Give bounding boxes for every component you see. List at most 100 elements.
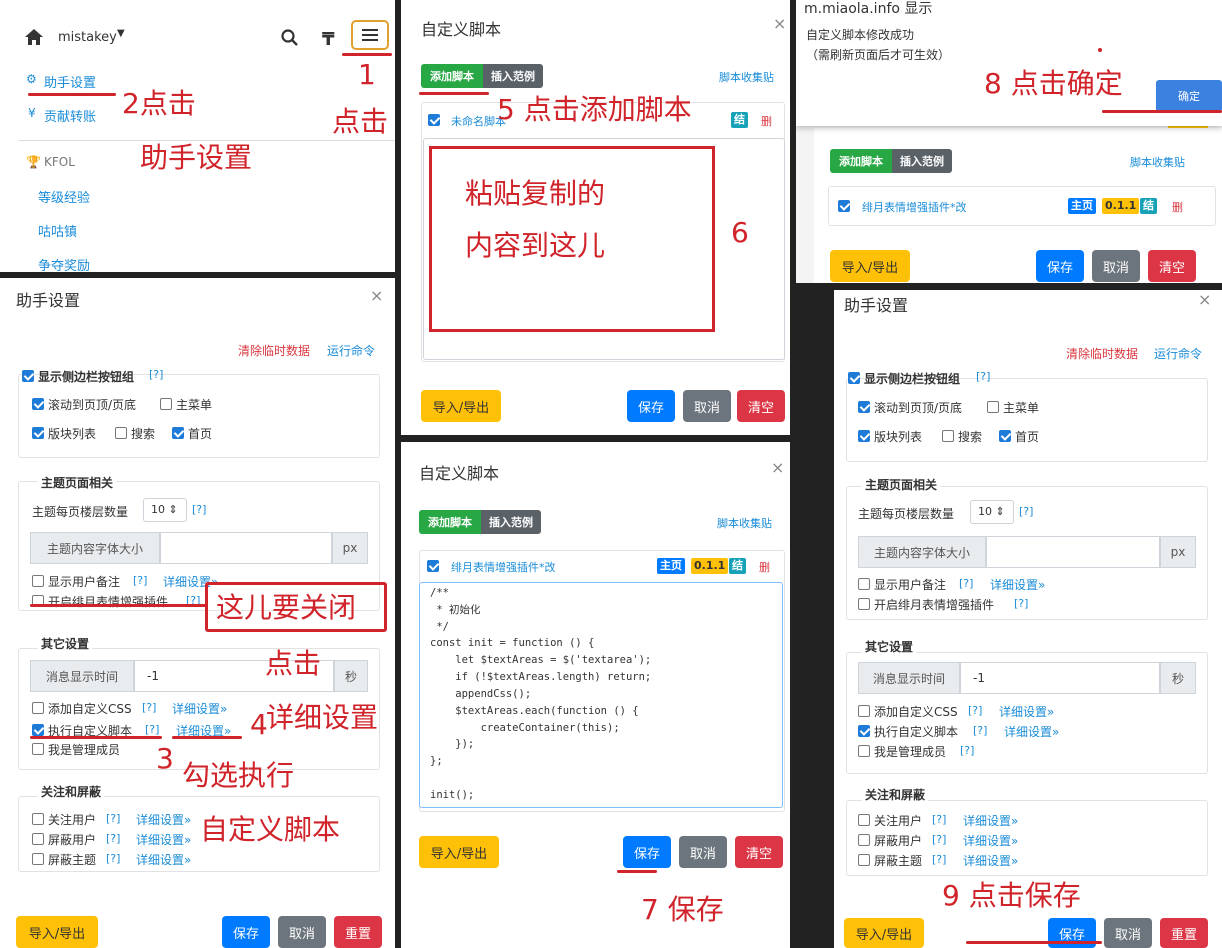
checkbox-script-enabled[interactable] bbox=[427, 560, 439, 572]
checkbox-home[interactable] bbox=[172, 427, 184, 439]
detail-link[interactable]: 详细设置» bbox=[136, 811, 191, 828]
checkbox-admin[interactable] bbox=[858, 745, 870, 757]
help-link[interactable]: [?] bbox=[932, 813, 946, 826]
checkbox-custom-script[interactable] bbox=[32, 724, 44, 736]
msg-time-input[interactable]: -1 bbox=[960, 662, 1160, 694]
help-link[interactable]: [?] bbox=[142, 701, 156, 714]
cancel-button[interactable]: 取消 bbox=[278, 916, 326, 948]
font-size-input[interactable] bbox=[160, 532, 332, 564]
checkbox-board-list[interactable] bbox=[32, 427, 44, 439]
menu-toggle-button[interactable] bbox=[351, 20, 389, 50]
script-collection-link[interactable]: 脚本收集贴 bbox=[719, 69, 774, 85]
checkbox-follow-user[interactable] bbox=[32, 813, 44, 825]
currency-icon[interactable]: ₸ bbox=[322, 29, 335, 50]
help-link[interactable]: [?] bbox=[149, 368, 163, 381]
checkbox-emoji-plugin[interactable] bbox=[858, 598, 870, 610]
floors-select[interactable]: 10 ⇕ bbox=[970, 500, 1014, 524]
checkbox-scroll[interactable] bbox=[858, 401, 870, 413]
checkbox-block-user[interactable] bbox=[32, 833, 44, 845]
cancel-button[interactable]: 取消 bbox=[1104, 918, 1152, 948]
help-link[interactable]: [?] bbox=[1019, 505, 1033, 518]
cancel-button[interactable]: 取消 bbox=[679, 836, 727, 868]
checkbox-search[interactable] bbox=[115, 427, 127, 439]
add-script-button[interactable]: 添加脚本 bbox=[419, 510, 481, 534]
detail-link-script[interactable]: 详细设置» bbox=[1004, 723, 1059, 740]
script-name[interactable]: 绯月表情增强插件*改 bbox=[862, 199, 967, 215]
jie-badge[interactable]: 结 bbox=[731, 112, 748, 128]
help-link[interactable]: [?] bbox=[106, 852, 120, 865]
checkbox-block-user[interactable] bbox=[858, 834, 870, 846]
clear-temp-link[interactable]: 清除临时数据 bbox=[238, 342, 310, 359]
checkbox-script-enabled[interactable] bbox=[428, 114, 440, 126]
detail-link[interactable]: 详细设置» bbox=[963, 852, 1018, 869]
checkbox-custom-script[interactable] bbox=[858, 725, 870, 737]
import-export-button[interactable]: 导入/导出 bbox=[421, 390, 501, 422]
nav-subitem[interactable]: 咕咕镇 bbox=[38, 221, 77, 240]
save-button[interactable]: 保存 bbox=[222, 916, 270, 948]
clear-button[interactable]: 清空 bbox=[1148, 250, 1196, 282]
nav-subitem[interactable]: 等级经验 bbox=[38, 187, 90, 206]
help-link[interactable]: [?] bbox=[960, 744, 974, 757]
import-export-button[interactable]: 导入/导出 bbox=[419, 836, 499, 868]
detail-link[interactable]: 详细设置» bbox=[990, 576, 1045, 593]
checkbox-show-sidebar[interactable] bbox=[22, 370, 34, 382]
checkbox-script-enabled[interactable] bbox=[838, 200, 850, 212]
chevron-down-icon[interactable]: ▼ bbox=[117, 28, 125, 39]
save-button[interactable]: 保存 bbox=[627, 390, 675, 422]
checkbox-admin[interactable] bbox=[32, 743, 44, 755]
search-icon[interactable] bbox=[281, 29, 299, 51]
help-link[interactable]: [?] bbox=[133, 574, 147, 587]
import-export-button[interactable]: 导入/导出 bbox=[844, 918, 924, 948]
checkbox-show-remark[interactable] bbox=[32, 575, 44, 587]
script-textarea[interactable]: /** * 初始化 */ const init = function () { … bbox=[419, 582, 783, 808]
help-link[interactable]: [?] bbox=[192, 503, 206, 516]
cancel-button[interactable]: 取消 bbox=[683, 390, 731, 422]
detail-link[interactable]: 详细设置» bbox=[172, 700, 227, 717]
floors-select[interactable]: 10 ⇕ bbox=[143, 498, 187, 522]
close-icon[interactable]: × bbox=[771, 458, 784, 477]
checkbox-custom-css[interactable] bbox=[858, 705, 870, 717]
import-export-button[interactable]: 导入/导出 bbox=[16, 916, 98, 948]
checkbox-show-remark[interactable] bbox=[858, 578, 870, 590]
checkbox-custom-css[interactable] bbox=[32, 702, 44, 714]
script-collection-link[interactable]: 脚本收集贴 bbox=[1130, 154, 1185, 170]
reset-button[interactable]: 重置 bbox=[1160, 918, 1208, 948]
clear-button[interactable]: 清空 bbox=[735, 836, 783, 868]
confirm-button[interactable]: 确定 bbox=[1156, 80, 1222, 112]
checkbox-search[interactable] bbox=[942, 430, 954, 442]
home-icon[interactable] bbox=[24, 28, 44, 46]
username[interactable]: mistakey bbox=[58, 30, 117, 45]
font-size-input[interactable] bbox=[986, 536, 1160, 568]
add-script-button[interactable]: 添加脚本 bbox=[830, 149, 892, 173]
clear-button[interactable]: 清空 bbox=[737, 390, 785, 422]
checkbox-board-list[interactable] bbox=[858, 430, 870, 442]
detail-link[interactable]: 详细设置» bbox=[136, 831, 191, 848]
detail-link[interactable]: 详细设置» bbox=[999, 703, 1054, 720]
save-button[interactable]: 保存 bbox=[623, 836, 671, 868]
checkbox-main-menu[interactable] bbox=[987, 401, 999, 413]
checkbox-main-menu[interactable] bbox=[160, 398, 172, 410]
run-command-link[interactable]: 运行命令 bbox=[327, 342, 375, 359]
help-link[interactable]: [?] bbox=[959, 577, 973, 590]
script-collection-link[interactable]: 脚本收集贴 bbox=[717, 515, 772, 531]
help-link[interactable]: [?] bbox=[1014, 597, 1028, 610]
help-link[interactable]: [?] bbox=[973, 724, 987, 737]
help-link[interactable]: [?] bbox=[932, 833, 946, 846]
nav-item-settings[interactable]: 助手设置 bbox=[44, 72, 96, 91]
nav-item-transfer[interactable]: 贡献转账 bbox=[44, 106, 96, 125]
help-link[interactable]: [?] bbox=[106, 812, 120, 825]
detail-link[interactable]: 详细设置» bbox=[136, 851, 191, 868]
help-link[interactable]: [?] bbox=[932, 853, 946, 866]
detail-link[interactable]: 详细设置» bbox=[963, 832, 1018, 849]
close-icon[interactable]: × bbox=[1198, 290, 1211, 309]
help-link[interactable]: [?] bbox=[145, 723, 159, 736]
checkbox-scroll[interactable] bbox=[32, 398, 44, 410]
checkbox-block-topic[interactable] bbox=[32, 853, 44, 865]
script-name[interactable]: 绯月表情增强插件*改 bbox=[451, 559, 556, 575]
insert-example-button[interactable]: 插入范例 bbox=[892, 149, 952, 173]
insert-example-button[interactable]: 插入范例 bbox=[483, 64, 543, 88]
reset-button[interactable]: 重置 bbox=[334, 916, 382, 948]
add-script-button[interactable]: 添加脚本 bbox=[421, 64, 483, 88]
jie-badge[interactable]: 结 bbox=[1140, 198, 1157, 214]
run-command-link[interactable]: 运行命令 bbox=[1154, 345, 1202, 362]
